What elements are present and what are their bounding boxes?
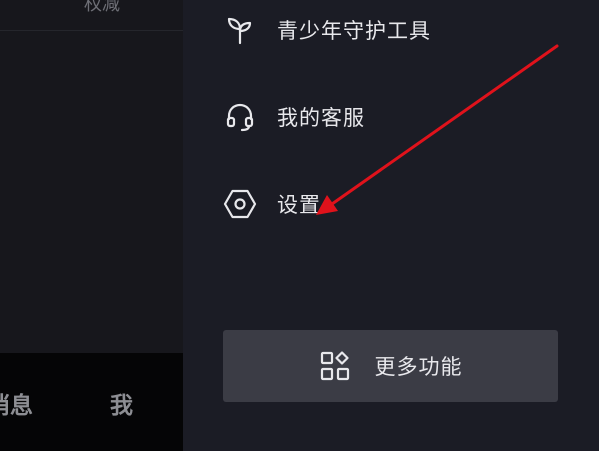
bottom-nav: 消息 我 [0, 353, 183, 451]
menu-item-label: 设置 [277, 193, 321, 217]
menu-item-label: 青少年守护工具 [277, 19, 431, 43]
headset-icon [223, 100, 257, 134]
more-features-button[interactable]: 更多功能 [223, 330, 558, 402]
menu-item-label: 我的客服 [277, 106, 365, 130]
partial-top-text: 权减 [84, 0, 120, 15]
side-drawer: 青少年守护工具 我的客服 设置 更多功能 [183, 0, 599, 451]
menu-item-customer-service[interactable]: 我的客服 [223, 97, 365, 137]
grid-apps-icon [319, 350, 351, 382]
menu-item-settings[interactable]: 设置 [223, 184, 321, 224]
background-app-panel[interactable]: 权减 消息 我 [0, 0, 183, 451]
more-features-label: 更多功能 [374, 355, 463, 379]
divider [0, 30, 183, 31]
screen: 权减 消息 我 青少年守护工具 [0, 0, 599, 451]
nav-tab-me[interactable]: 我 [110, 386, 133, 420]
menu-item-youth-protection[interactable]: 青少年守护工具 [223, 10, 431, 50]
hexagon-settings-icon [223, 187, 257, 221]
sprout-icon [223, 13, 257, 47]
nav-tab-messages[interactable]: 消息 [0, 386, 33, 420]
